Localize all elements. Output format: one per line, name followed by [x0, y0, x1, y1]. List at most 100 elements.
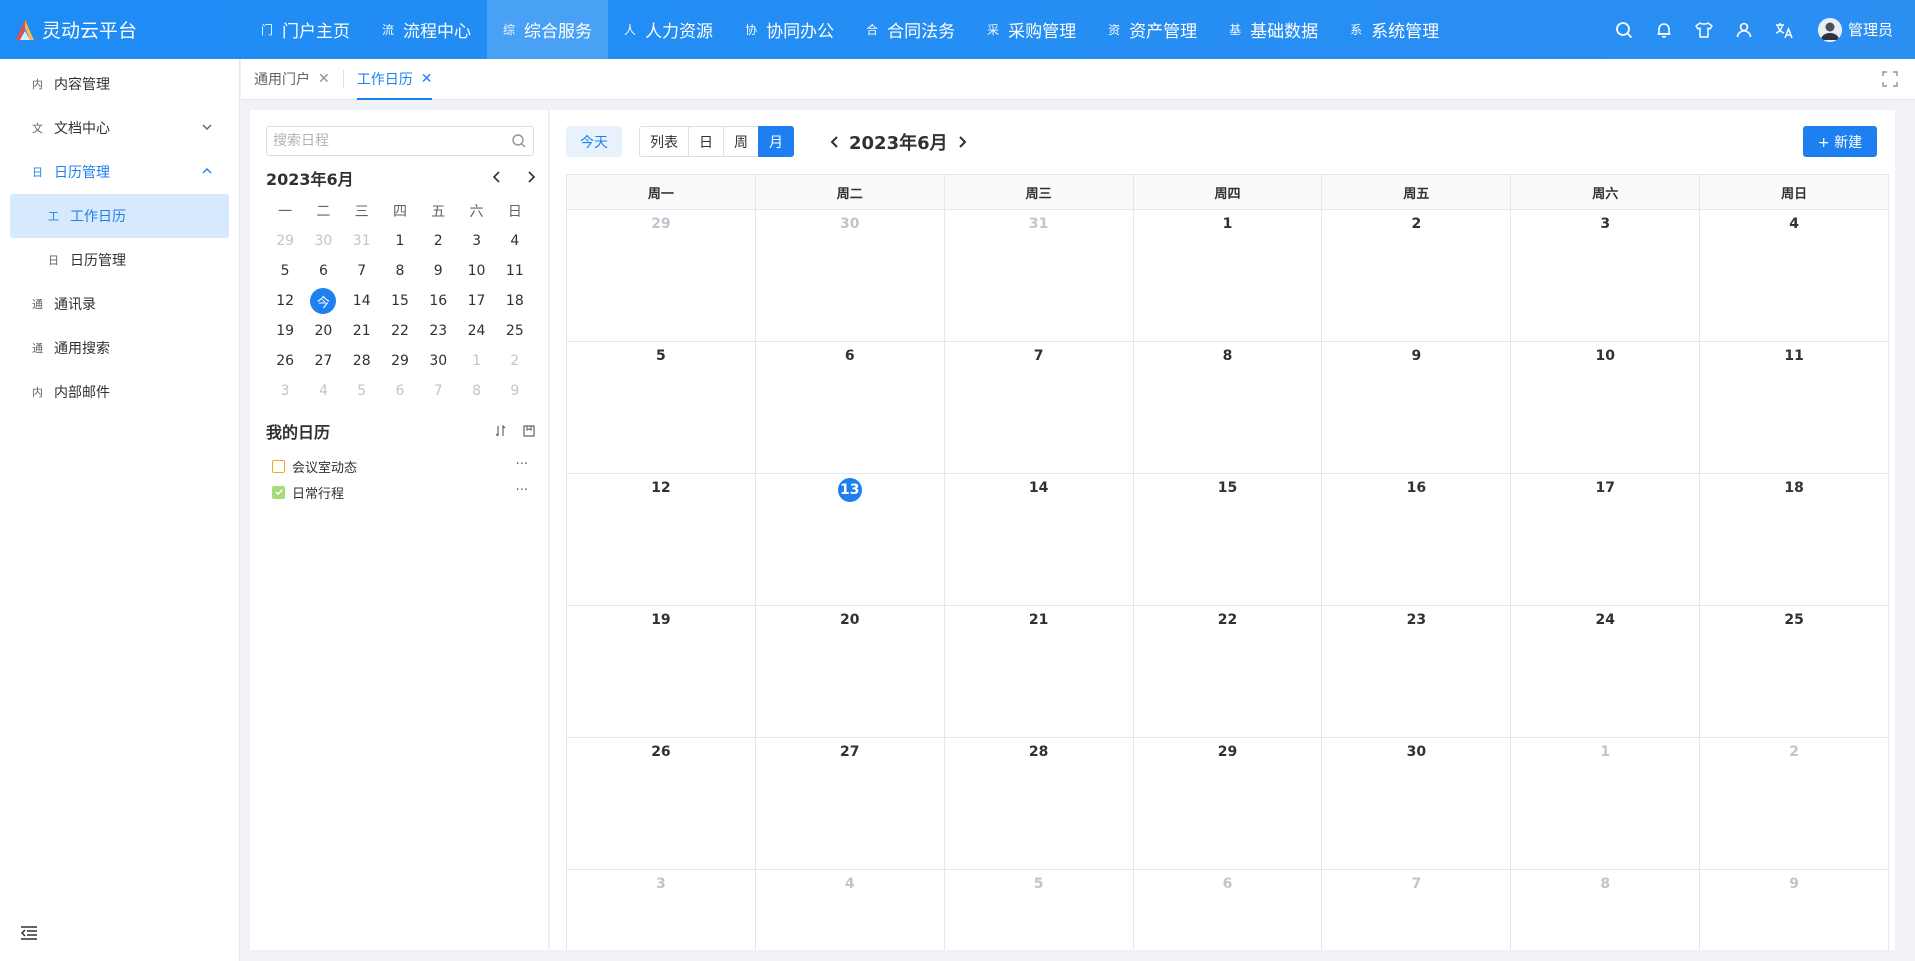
day-cell[interactable]: 2 [1699, 738, 1888, 869]
mini-day[interactable]: 29 [381, 346, 419, 376]
day-cell[interactable]: 25 [1699, 606, 1888, 737]
mini-day[interactable]: 11 [496, 256, 534, 286]
mini-day-today[interactable]: 今 [304, 286, 342, 316]
day-cell[interactable]: 30 [754, 210, 944, 341]
day-cell[interactable]: 13 [754, 474, 944, 605]
chevron-right-icon[interactable] [954, 134, 970, 150]
mini-day[interactable]: 9 [419, 256, 457, 286]
mini-day[interactable]: 25 [496, 316, 534, 346]
sidebar-item-calendar-mgmt[interactable]: 日日历管理 [0, 150, 239, 194]
sidebar-item-work-calendar[interactable]: 工工作日历 [10, 194, 229, 238]
view-day-button[interactable]: 日 [688, 126, 724, 157]
more-icon[interactable]: ··· [516, 483, 528, 498]
day-cell[interactable]: 15 [1132, 474, 1322, 605]
mini-day[interactable]: 6 [381, 376, 419, 406]
day-cell[interactable]: 6 [1132, 870, 1322, 950]
mini-day[interactable]: 3 [457, 226, 495, 256]
sort-icon[interactable] [494, 424, 508, 438]
day-cell[interactable]: 22 [1132, 606, 1322, 737]
chevron-left-icon[interactable] [827, 134, 843, 150]
more-icon[interactable]: ··· [516, 457, 528, 472]
day-cell[interactable]: 8 [1510, 870, 1699, 950]
day-cell[interactable]: 24 [1510, 606, 1699, 737]
mini-day[interactable]: 23 [419, 316, 457, 346]
mini-day[interactable]: 1 [381, 226, 419, 256]
day-cell[interactable]: 17 [1510, 474, 1699, 605]
close-icon[interactable]: ✕ [318, 71, 330, 87]
sidebar-item-calendar-settings[interactable]: 日日历管理 [0, 238, 239, 282]
mini-day[interactable]: 21 [343, 316, 381, 346]
mini-day[interactable]: 30 [419, 346, 457, 376]
mini-day[interactable]: 1 [457, 346, 495, 376]
mini-day[interactable]: 8 [381, 256, 419, 286]
mini-day[interactable]: 14 [343, 286, 381, 316]
mini-day[interactable]: 28 [343, 346, 381, 376]
day-cell[interactable]: 28 [943, 738, 1133, 869]
nav-item-purchase[interactable]: 采采购管理 [971, 0, 1092, 59]
nav-item-portal[interactable]: 门门户主页 [245, 0, 366, 59]
nav-item-assets[interactable]: 资资产管理 [1092, 0, 1213, 59]
mini-day[interactable]: 5 [343, 376, 381, 406]
mini-day[interactable]: 15 [381, 286, 419, 316]
view-month-button[interactable]: 月 [758, 126, 794, 157]
day-cell[interactable]: 26 [567, 738, 755, 869]
bell-icon[interactable] [1644, 0, 1684, 59]
close-icon[interactable]: ✕ [421, 71, 433, 87]
day-cell[interactable]: 31 [943, 210, 1133, 341]
day-cell[interactable]: 14 [943, 474, 1133, 605]
mini-day[interactable]: 31 [343, 226, 381, 256]
calendar-item-meeting-rooms[interactable]: 会议室动态 ··· [266, 454, 534, 478]
tab-portal[interactable]: 通用门户 ✕ [241, 59, 343, 100]
mini-day[interactable]: 4 [496, 226, 534, 256]
sidebar-item-content[interactable]: 内内容管理 [0, 62, 239, 106]
mini-day[interactable]: 17 [457, 286, 495, 316]
day-cell[interactable]: 1 [1132, 210, 1322, 341]
prev-month-icon[interactable] [490, 170, 504, 184]
sidebar-item-contacts[interactable]: 通通讯录 [0, 282, 239, 326]
mini-day[interactable]: 22 [381, 316, 419, 346]
sidebar-item-mail[interactable]: 内内部邮件 [0, 370, 239, 414]
mini-day[interactable]: 6 [304, 256, 342, 286]
day-cell[interactable]: 5 [943, 870, 1133, 950]
checkbox-checked[interactable] [272, 485, 285, 499]
view-list-button[interactable]: 列表 [639, 126, 689, 157]
brand[interactable]: 灵动云平台 [0, 16, 245, 43]
day-cell[interactable]: 4 [754, 870, 944, 950]
today-button[interactable]: 今天 [566, 126, 622, 157]
sidebar-item-documents[interactable]: 文文档中心 [0, 106, 239, 150]
day-cell[interactable]: 12 [567, 474, 755, 605]
mini-day[interactable]: 5 [266, 256, 304, 286]
nav-item-collab[interactable]: 协协同办公 [729, 0, 850, 59]
mini-day[interactable]: 7 [419, 376, 457, 406]
sidebar-item-search[interactable]: 通通用搜索 [0, 326, 239, 370]
day-cell[interactable]: 8 [1132, 342, 1322, 473]
mini-day[interactable]: 7 [343, 256, 381, 286]
day-cell[interactable]: 5 [567, 342, 755, 473]
day-cell[interactable]: 7 [1321, 870, 1510, 950]
theme-shirt-icon[interactable] [1684, 0, 1724, 59]
nav-item-basedata[interactable]: 基基础数据 [1213, 0, 1334, 59]
collapse-sidebar-icon[interactable] [20, 925, 38, 941]
day-cell[interactable]: 27 [754, 738, 944, 869]
fullscreen-icon[interactable] [1881, 70, 1899, 88]
day-cell[interactable]: 21 [943, 606, 1133, 737]
user-menu[interactable]: 管理员 [1817, 17, 1893, 42]
mini-day[interactable]: 27 [304, 346, 342, 376]
day-cell[interactable]: 29 [567, 210, 755, 341]
day-cell[interactable]: 29 [1132, 738, 1322, 869]
day-cell[interactable]: 11 [1699, 342, 1888, 473]
day-cell[interactable]: 20 [754, 606, 944, 737]
nav-item-process[interactable]: 流流程中心 [366, 0, 487, 59]
calendar-item-daily[interactable]: 日常行程 ··· [266, 480, 534, 504]
search-icon[interactable] [1604, 0, 1644, 59]
mini-day[interactable]: 26 [266, 346, 304, 376]
mini-day[interactable]: 12 [266, 286, 304, 316]
day-cell[interactable]: 30 [1321, 738, 1510, 869]
mini-day[interactable]: 18 [496, 286, 534, 316]
day-cell[interactable]: 2 [1321, 210, 1510, 341]
mini-day[interactable]: 8 [457, 376, 495, 406]
translate-icon[interactable] [1764, 0, 1804, 59]
mini-day[interactable]: 20 [304, 316, 342, 346]
mini-day[interactable]: 24 [457, 316, 495, 346]
tab-work-calendar[interactable]: 工作日历 ✕ [344, 59, 446, 100]
